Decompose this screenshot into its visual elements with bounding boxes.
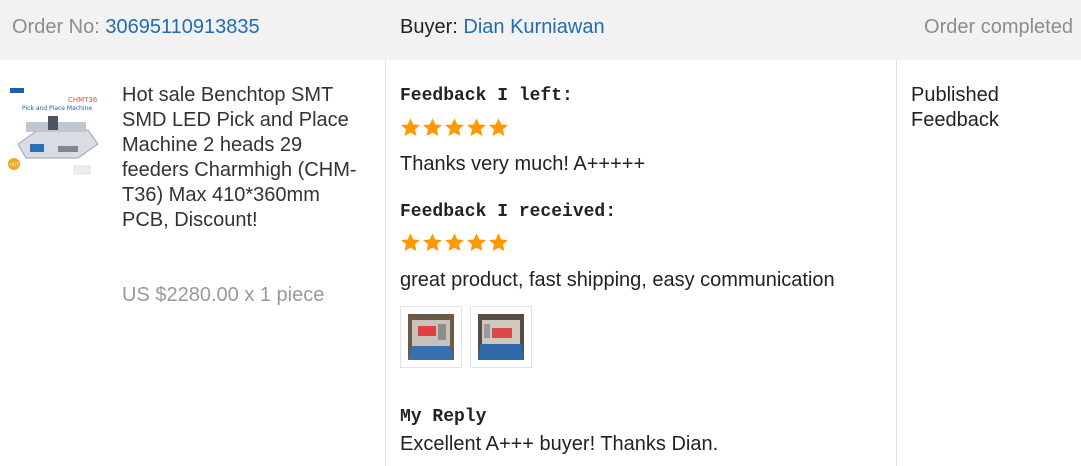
buyer-group: Buyer: Dian Kurniawan: [400, 14, 605, 40]
thumbnail-badge: HOT: [10, 162, 19, 167]
feedback-left-label: Feedback I left:: [400, 86, 573, 106]
order-number-label: Order No:: [12, 16, 100, 38]
thumbnail-sub: Pick and Place Machine: [22, 105, 92, 112]
order-status: Order completed: [924, 16, 1073, 38]
column-divider: [385, 60, 386, 466]
feedback-received-rating: [400, 232, 509, 254]
star-icon: [401, 233, 420, 251]
order-number-group: Order No: 30695110913835: [12, 14, 260, 40]
feedback-left-text: Thanks very much! A+++++: [400, 153, 646, 175]
feedback-received-label: Feedback I received:: [400, 202, 617, 222]
buyer-name-link[interactable]: Dian Kurniawan: [463, 16, 604, 38]
star-icon: [467, 118, 486, 136]
product-title-link[interactable]: Hot sale Benchtop SMT SMD LED Pick and P…: [122, 83, 372, 233]
thumbnail-label: CHMT36: [68, 96, 98, 104]
photo-image: [408, 314, 454, 360]
my-reply-label: My Reply: [400, 407, 487, 427]
product-thumbnail[interactable]: CHMT36 Pick and Place Machine HOT: [8, 86, 100, 178]
star-icon: [401, 118, 420, 136]
feedback-photo[interactable]: [400, 306, 462, 368]
buyer-label: Buyer:: [400, 16, 458, 38]
column-divider: [896, 60, 897, 466]
my-reply-text: Excellent A+++ buyer! Thanks Dian.: [400, 433, 719, 455]
star-icon: [445, 233, 464, 251]
star-icon: [423, 233, 442, 251]
feedback-left-rating: [400, 117, 509, 139]
star-icon: [489, 233, 508, 251]
star-icon: [445, 118, 464, 136]
star-icon: [489, 118, 508, 136]
published-feedback-status: Published Feedback: [911, 84, 999, 131]
order-header: Order No: 30695110913835 Buyer: Dian Kur…: [0, 0, 1081, 60]
order-number-link[interactable]: 30695110913835: [105, 16, 259, 38]
star-icon: [467, 233, 486, 251]
product-price: US $2280.00 x 1 piece: [122, 284, 325, 306]
feedback-photo[interactable]: [470, 306, 532, 368]
star-icon: [423, 118, 442, 136]
photo-image: [478, 314, 524, 360]
product-image: CHMT36 Pick and Place Machine HOT: [8, 86, 100, 178]
feedback-received-text: great product, fast shipping, easy commu…: [400, 269, 835, 291]
